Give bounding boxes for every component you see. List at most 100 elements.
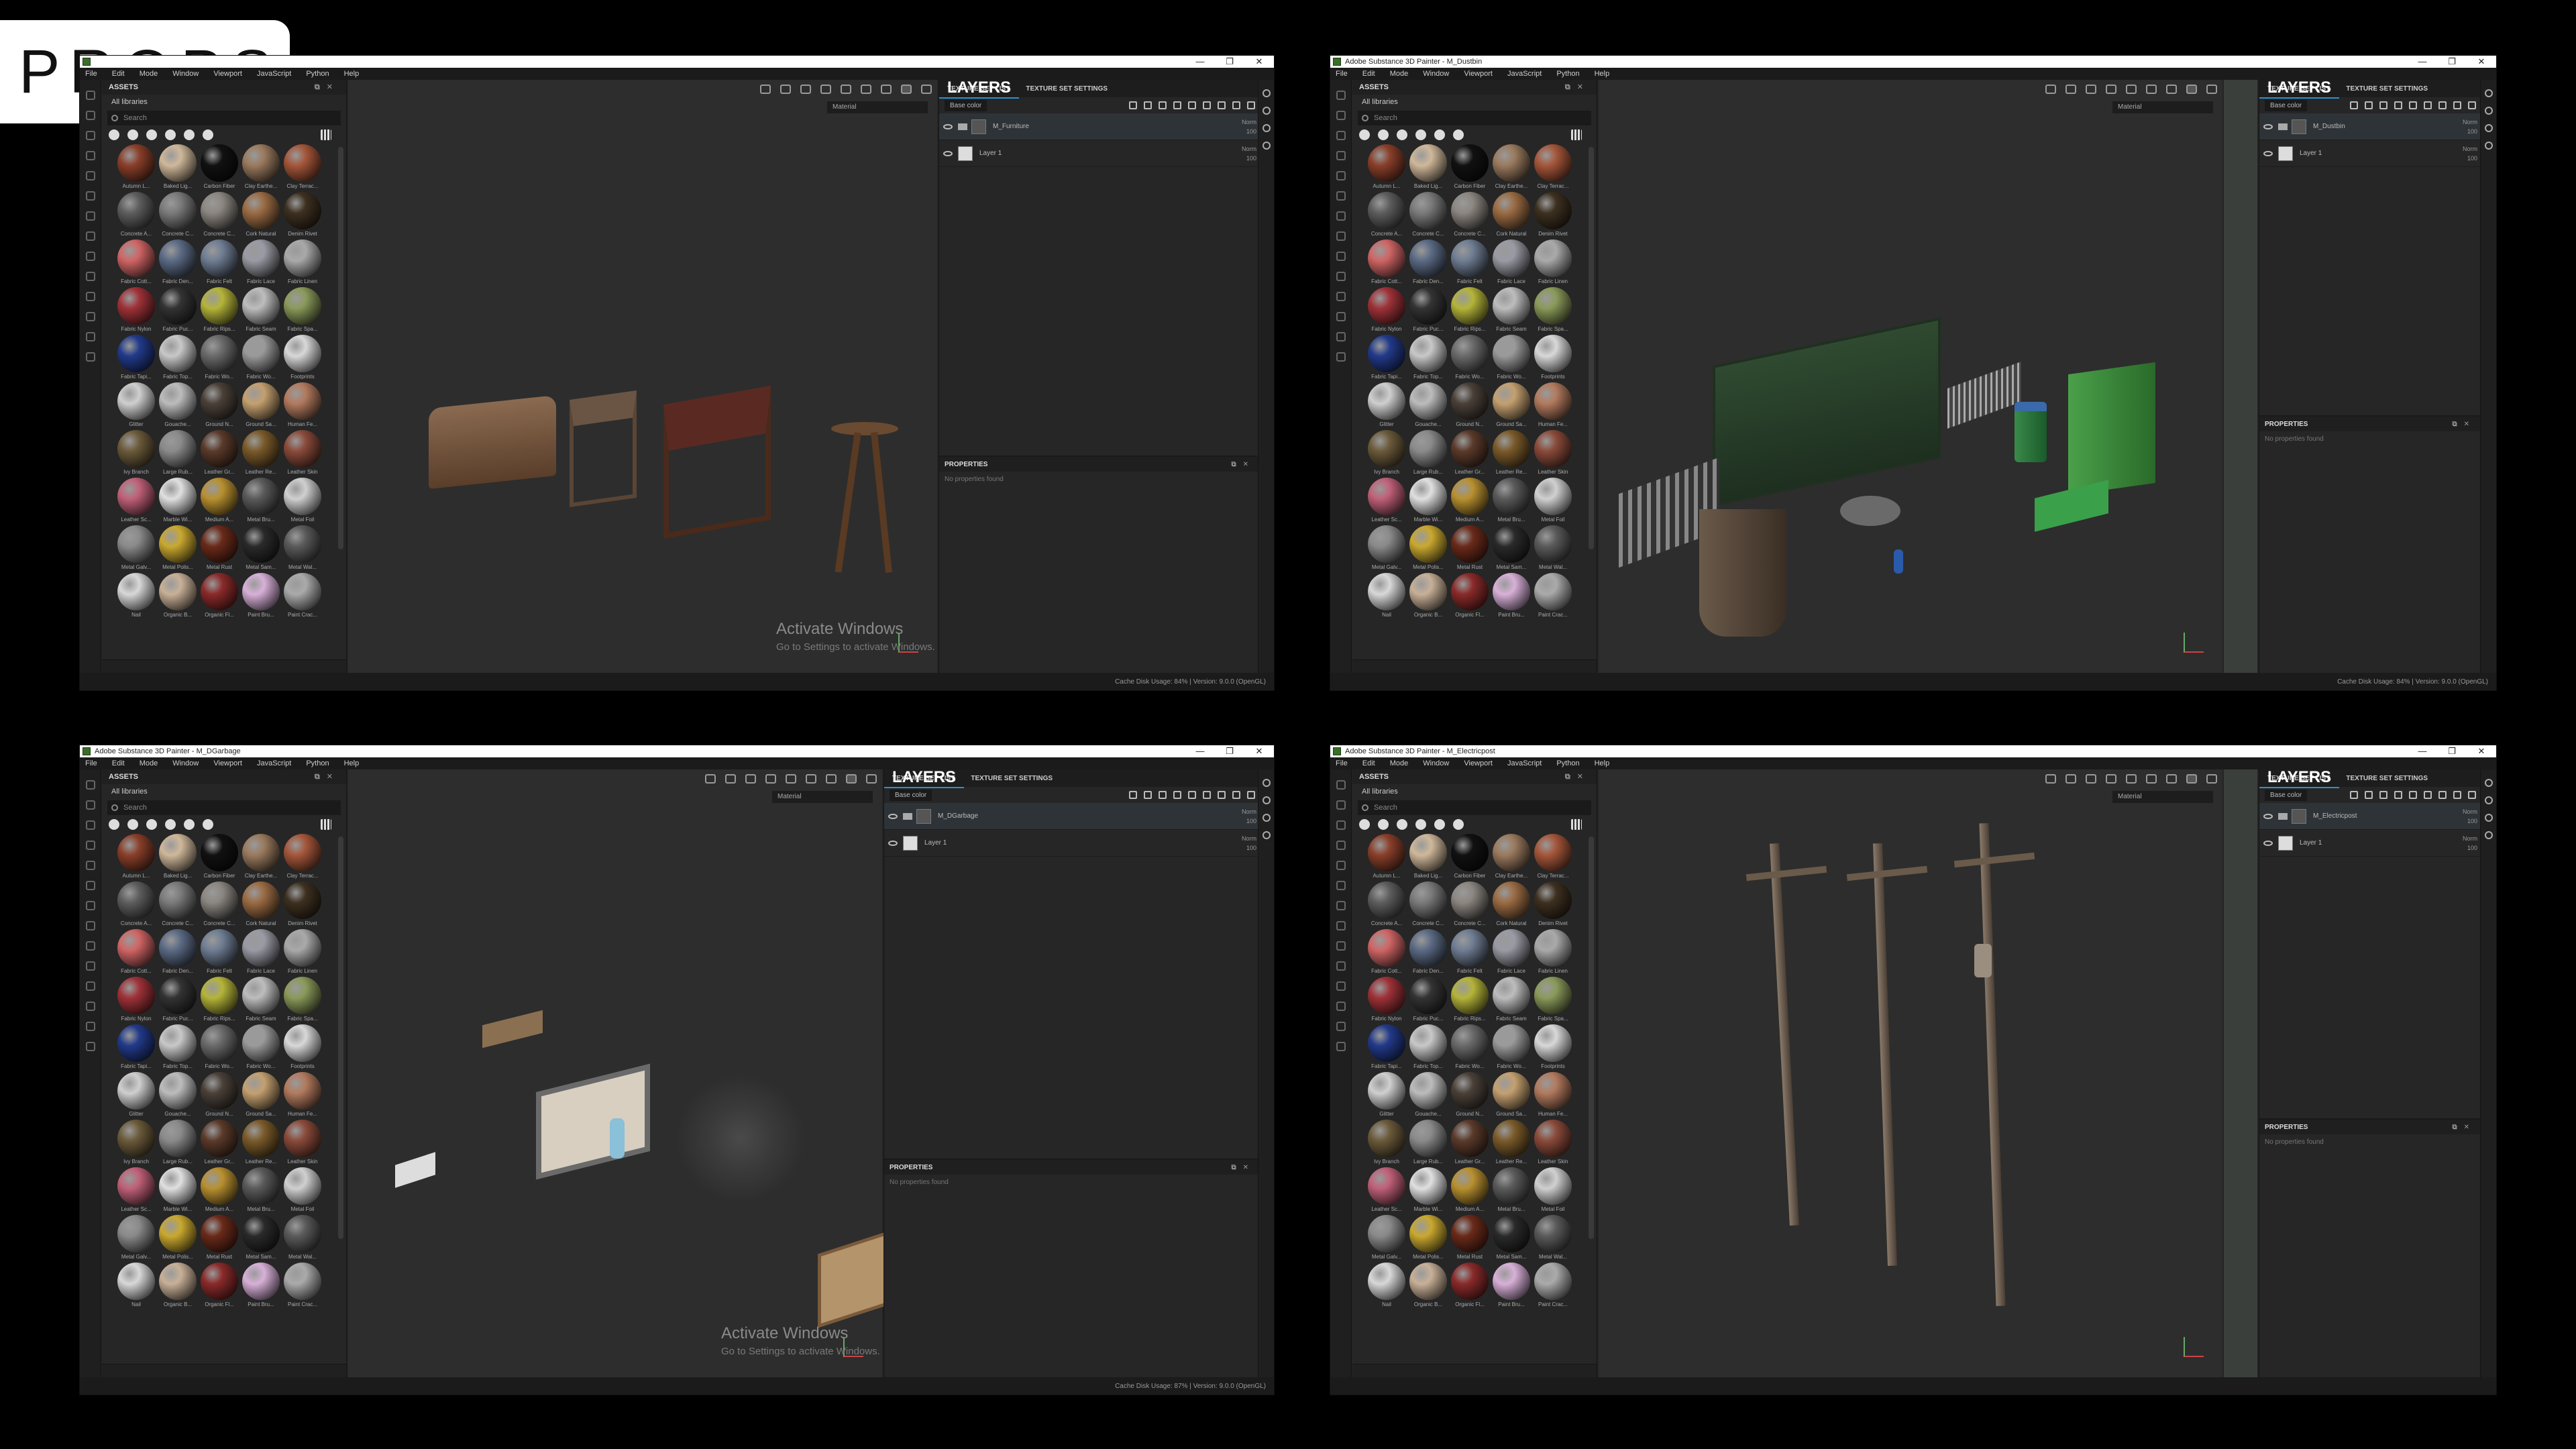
material-thumbnail[interactable]: Paint Crac... <box>1532 573 1574 621</box>
material-thumbnail[interactable]: Metal Foil <box>1532 478 1574 525</box>
material-thumbnail[interactable]: Footprints <box>1532 1024 1574 1072</box>
viewport-toolbar-icon[interactable] <box>2146 85 2157 94</box>
material-thumbnail[interactable]: Paint Crac... <box>1532 1263 1574 1310</box>
tool-icon[interactable] <box>85 352 95 362</box>
material-thumbnail[interactable]: Metal Bru... <box>1491 1167 1532 1215</box>
assets-scrollbar[interactable] <box>338 837 343 1239</box>
library-selector[interactable]: All libraries <box>1352 95 1597 109</box>
channel-select[interactable]: Base color <box>2265 99 2308 111</box>
filter-icon[interactable] <box>1378 129 1389 140</box>
viewport-toolbar-icon[interactable] <box>901 85 912 94</box>
filter-icon[interactable] <box>127 129 138 140</box>
layer-blend[interactable]: Norm 100 <box>2463 144 2477 163</box>
material-thumbnail[interactable]: Fabric Top... <box>157 335 199 382</box>
material-thumbnail[interactable]: Human Fe... <box>282 382 323 430</box>
material-thumbnail[interactable]: Concrete C... <box>1407 881 1449 929</box>
material-thumbnail[interactable]: Ground N... <box>1449 382 1491 430</box>
library-selector[interactable]: All libraries <box>1352 784 1597 799</box>
material-thumbnail[interactable]: Clay Earthe... <box>1491 144 1532 192</box>
viewport-toolbar-icon[interactable] <box>745 774 756 784</box>
menu-item-5[interactable]: JavaScript <box>257 759 291 767</box>
filter-icon[interactable] <box>1415 129 1426 140</box>
material-thumbnail[interactable]: Large Rub... <box>157 430 199 478</box>
viewport-toolbar-icon[interactable] <box>866 774 877 784</box>
material-thumbnail[interactable]: Denim Rivet <box>1532 881 1574 929</box>
material-thumbnail[interactable]: Metal Polis... <box>157 525 199 573</box>
filter-icon[interactable] <box>1453 129 1464 140</box>
viewport-toolbar-icon[interactable] <box>725 774 736 784</box>
material-thumbnail[interactable]: Fabric Seam <box>240 287 282 335</box>
filter-icon[interactable] <box>1378 819 1389 830</box>
menu-item-5[interactable]: JavaScript <box>257 70 291 78</box>
filter-icon[interactable] <box>1397 819 1407 830</box>
material-thumbnail[interactable]: Cork Natural <box>1491 192 1532 239</box>
filter-icon[interactable] <box>146 129 157 140</box>
material-thumbnail[interactable]: Denim Rivet <box>1532 192 1574 239</box>
material-thumbnail[interactable]: Leather Skin <box>282 1120 323 1167</box>
assets-search-input[interactable]: Search <box>1358 111 1591 125</box>
material-thumbnail[interactable]: Metal Galv... <box>1366 525 1407 573</box>
material-thumbnail[interactable]: Cork Natural <box>1491 881 1532 929</box>
material-thumbnail[interactable]: Metal Wal... <box>1532 525 1574 573</box>
material-thumbnail[interactable]: Gouache... <box>1407 382 1449 430</box>
viewport-toolbar-icon[interactable] <box>2206 774 2217 784</box>
material-thumbnail[interactable]: Fabric Spa... <box>282 977 323 1024</box>
material-thumbnail[interactable]: Medium A... <box>1449 1167 1491 1215</box>
material-thumbnail[interactable]: Fabric Wo... <box>240 1024 282 1072</box>
material-thumbnail[interactable]: Fabric Top... <box>1407 335 1449 382</box>
material-thumbnail[interactable]: Large Rub... <box>1407 1120 1449 1167</box>
material-thumbnail[interactable]: Ground N... <box>199 382 240 430</box>
material-thumbnail[interactable]: Fabric Wo... <box>199 1024 240 1072</box>
layer-tool-icon[interactable] <box>1144 101 1152 109</box>
layer-blend[interactable]: Norm 100 <box>1242 117 1256 136</box>
material-thumbnail[interactable]: Metal Wal... <box>282 525 323 573</box>
material-thumbnail[interactable]: Fabric Tapi... <box>115 335 157 382</box>
tool-icon[interactable] <box>1336 171 1346 180</box>
material-thumbnail[interactable]: Fabric Lace <box>1491 929 1532 977</box>
material-thumbnail[interactable]: Concrete C... <box>199 192 240 239</box>
material-thumbnail[interactable]: Fabric Rips... <box>199 287 240 335</box>
menu-item-1[interactable]: Edit <box>1362 759 1375 767</box>
material-thumbnail[interactable]: Fabric Cott... <box>115 239 157 287</box>
layers-tab-0[interactable]: LAYERS <box>2259 78 2340 99</box>
layer-tool-icon[interactable] <box>2365 791 2373 799</box>
material-thumbnail[interactable]: Organic B... <box>1407 1263 1449 1310</box>
viewport-toolbar-icon[interactable] <box>2065 85 2076 94</box>
material-thumbnail[interactable]: Metal Polis... <box>157 1215 199 1263</box>
viewport-toolbar-icon[interactable] <box>2206 85 2217 94</box>
material-thumbnail[interactable]: Medium A... <box>1449 478 1491 525</box>
window-control-0[interactable]: — <box>2408 56 2437 67</box>
tool-icon[interactable] <box>1336 901 1346 910</box>
material-thumbnail[interactable]: Metal Bru... <box>240 478 282 525</box>
menu-item-6[interactable]: Python <box>306 70 329 78</box>
layer-group-row[interactable]: M_Furniture Norm 100 <box>939 113 1260 140</box>
tool-icon[interactable] <box>1336 961 1346 971</box>
layer-tool-icon[interactable] <box>2438 791 2447 799</box>
window-control-2[interactable]: ✕ <box>1244 56 1274 67</box>
material-thumbnail[interactable]: Ivy Branch <box>1366 1120 1407 1167</box>
material-thumbnail[interactable]: Metal Sam... <box>1491 525 1532 573</box>
filter-icon[interactable] <box>1434 129 1445 140</box>
material-thumbnail[interactable]: Baked Lig... <box>157 834 199 881</box>
side-panel-icon[interactable] <box>2484 831 2493 839</box>
material-thumbnail[interactable]: Metal Rust <box>1449 1215 1491 1263</box>
tool-icon[interactable] <box>85 171 95 180</box>
material-thumbnail[interactable]: Ivy Branch <box>115 1120 157 1167</box>
viewport-mode-select[interactable]: Material <box>827 101 928 113</box>
viewport-mode-select[interactable]: Material <box>2112 101 2213 113</box>
material-thumbnail[interactable]: Fabric Den... <box>1407 929 1449 977</box>
material-thumbnail[interactable]: Baked Lig... <box>1407 834 1449 881</box>
library-selector[interactable]: All libraries <box>102 95 346 109</box>
layer-tool-icon[interactable] <box>2409 791 2417 799</box>
tool-icon[interactable] <box>85 901 95 910</box>
side-panel-icon[interactable] <box>2484 142 2493 150</box>
material-thumbnail[interactable]: Metal Wal... <box>1532 1215 1574 1263</box>
material-thumbnail[interactable]: Metal Foil <box>282 478 323 525</box>
side-panel-icon[interactable] <box>1262 124 1271 132</box>
material-thumbnail[interactable]: Metal Polis... <box>1407 525 1449 573</box>
tool-icon[interactable] <box>85 191 95 201</box>
material-thumbnail[interactable]: Metal Foil <box>1532 1167 1574 1215</box>
material-thumbnail[interactable]: Leather Sc... <box>1366 478 1407 525</box>
tool-icon[interactable] <box>85 961 95 971</box>
menu-item-2[interactable]: Mode <box>140 70 158 78</box>
